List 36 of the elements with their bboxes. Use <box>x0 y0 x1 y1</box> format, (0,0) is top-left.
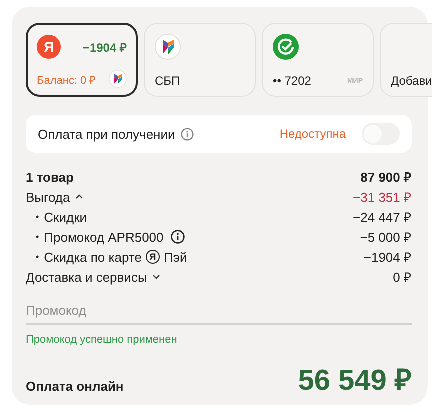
summary-label[interactable]: Выгода <box>26 190 70 204</box>
summary-amount: −24 447 ₽ <box>353 209 412 226</box>
method-label: СБП <box>155 74 180 88</box>
option-label: Оплата при получении <box>38 126 176 142</box>
balance-label: Баланс: 0 ₽ <box>37 74 96 86</box>
bullet-mark: • <box>36 252 40 262</box>
expand-toggle[interactable]: Выгода <box>26 190 84 204</box>
sbp-icon <box>155 34 181 60</box>
total-label: Оплата онлайн <box>26 379 124 394</box>
payment-card[interactable]: Я −1904 ₽ Баланс: 0 ₽ <box>26 23 138 97</box>
sbp-icon <box>109 70 127 88</box>
check-circle-icon <box>273 34 299 60</box>
payment-card[interactable]: Добави <box>380 23 432 97</box>
summary-label: 1 товар <box>26 170 74 184</box>
summary-amount: −5 000 ₽ <box>360 229 412 246</box>
summary-label: Промокод APR5000 <box>44 230 164 244</box>
yandex-logo: Я <box>37 35 61 59</box>
summary-amount: −1904 ₽ <box>364 249 412 266</box>
bullet-mark: • <box>36 212 40 222</box>
payment-card[interactable]: СБП <box>144 23 256 97</box>
summary-label: Пэй <box>164 250 188 264</box>
bullet-mark: • <box>36 232 40 242</box>
status-label: Недоступна <box>280 127 346 141</box>
info-icon <box>181 128 194 140</box>
summary-amount: 0 ₽ <box>393 269 412 286</box>
summary-label: Скидка по карте <box>44 250 142 264</box>
success-message: Промокод успешно применен <box>26 333 178 347</box>
summary-amount: 87 900 ₽ <box>360 169 412 186</box>
summary-amount: −31 351 ₽ <box>353 189 412 206</box>
pay-logo: Я <box>146 250 160 264</box>
cashback-amount: −1904 ₽ <box>82 40 127 56</box>
summary-label: Скидки <box>44 210 88 224</box>
card-number: •• 7202 <box>273 74 312 88</box>
total-amount: 56 549 ₽ <box>298 364 412 398</box>
method-label: Добави <box>391 74 432 88</box>
promo-code-field[interactable]: Промокод <box>26 297 412 325</box>
